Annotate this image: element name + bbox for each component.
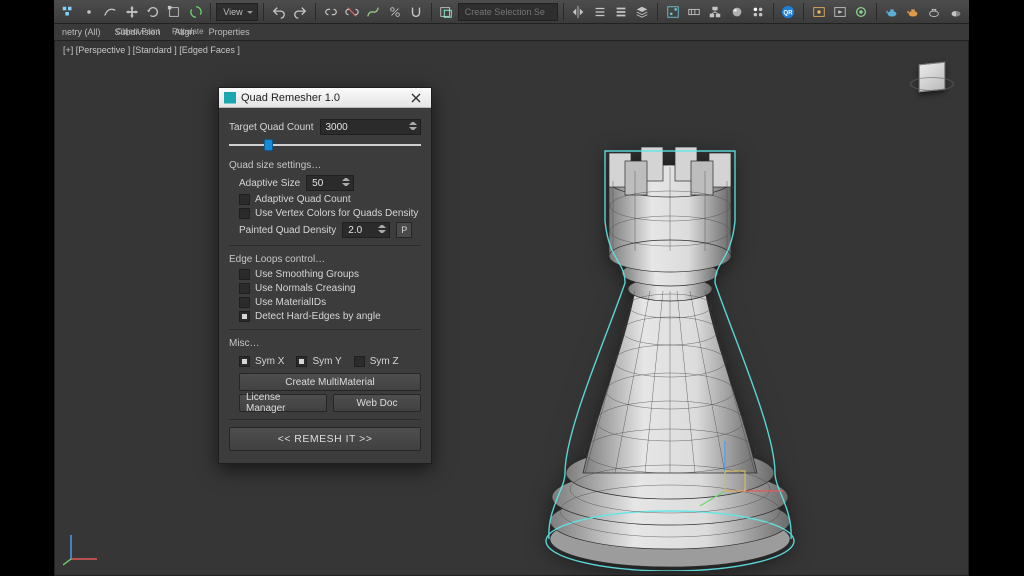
selection-set-input[interactable] [458,3,558,21]
view-dropdown[interactable]: View [216,3,258,21]
target-quad-spinner[interactable]: 3000 [320,119,422,135]
chk-sym-x[interactable]: Sym X [239,356,284,367]
schematic-icon[interactable] [706,2,725,22]
app-frame: View QR netry (Al [54,0,969,576]
under-label-populate: Populate [172,27,204,36]
transform-gizmo[interactable] [695,431,795,511]
teapot-half-icon[interactable] [946,2,965,22]
painted-density-spinner[interactable]: 2.0 [342,222,390,238]
render-icon[interactable] [852,2,871,22]
material-editor-icon[interactable] [727,2,746,22]
layers-icon[interactable] [633,2,652,22]
undo-icon[interactable] [269,2,288,22]
brush-stroke-icon[interactable] [101,2,120,22]
tab-geometry[interactable]: netry (All) [62,27,101,37]
target-quad-value: 3000 [326,122,348,133]
painted-density-label: Painted Quad Density [239,225,336,236]
chk-detect-hard-edges[interactable]: Detect Hard-Edges by angle [239,311,421,322]
adaptive-size-spinner[interactable]: 50 [306,175,354,191]
teapot-outline-icon[interactable] [925,2,944,22]
license-manager-button[interactable]: License Manager [239,394,327,412]
painted-density-value: 2.0 [348,225,362,236]
chk-normals-creasing[interactable]: Use Normals Creasing [239,283,421,294]
dialog-titlebar[interactable]: Quad Remesher 1.0 [219,88,431,108]
snap-icon[interactable] [406,2,425,22]
adaptive-size-value: 50 [312,178,323,189]
chk-material-ids[interactable]: Use MaterialIDs [239,297,421,308]
viewport-label[interactable]: [+] [Perspective ] [Standard ] [Edged Fa… [63,45,240,55]
explorer-icon[interactable] [748,2,767,22]
paint-mode-icon[interactable] [58,2,77,22]
chk-vertex-colors[interactable]: Use Vertex Colors for Quads Density [239,208,421,219]
list-icon[interactable] [611,2,630,22]
rotate-icon[interactable] [143,2,162,22]
close-icon[interactable] [405,90,427,106]
section-quad-size: Quad size settings… [229,160,421,171]
chk-smoothing-groups[interactable]: Use Smoothing Groups [239,269,421,280]
app-icon [224,92,236,104]
target-quad-label: Target Quad Count [229,122,314,133]
align-list-icon[interactable] [590,2,609,22]
main-toolbar: View QR [54,0,969,24]
chk-sym-z[interactable]: Sym Z [354,356,399,367]
dialog-title-text: Quad Remesher 1.0 [241,92,340,104]
qr-icon[interactable]: QR [779,2,798,22]
section-misc: Misc… [229,338,421,349]
redo-icon[interactable] [291,2,310,22]
section-edge-loops: Edge Loops control… [229,254,421,265]
mirror-icon[interactable] [569,2,588,22]
target-quad-slider[interactable] [229,138,421,152]
chk-adaptive-quad-count[interactable]: Adaptive Quad Count [239,194,421,205]
view-dropdown-label: View [223,7,242,17]
chk-sym-y[interactable]: Sym Y [296,356,341,367]
graph-editor-icon[interactable] [663,2,682,22]
scale-icon[interactable] [165,2,184,22]
render-setup-icon[interactable] [809,2,828,22]
quad-remesher-dialog: Quad Remesher 1.0 Target Quad Count 3000 [218,87,432,464]
percent-icon[interactable] [385,2,404,22]
create-multimaterial-button[interactable]: Create MultiMaterial [239,373,421,391]
adaptive-size-label: Adaptive Size [239,178,300,189]
svg-text:QR: QR [784,9,794,16]
web-doc-button[interactable]: Web Doc [333,394,421,412]
paint-density-button[interactable]: P [396,222,412,238]
viewcube[interactable] [910,55,954,99]
viewport[interactable]: [+] [Perspective ] [Standard ] [Edged Fa… [54,40,969,576]
unlink-icon[interactable] [342,2,361,22]
link-icon[interactable] [321,2,340,22]
curve-icon[interactable] [364,2,383,22]
teapot-blue-icon[interactable] [882,2,901,22]
named-sel-icon[interactable] [436,2,455,22]
world-axis-gizmo [63,527,103,567]
under-label-objectpaint: Object Paint [116,27,160,36]
render-frame-icon[interactable] [830,2,849,22]
remesh-it-button[interactable]: << REMESH IT >> [229,427,421,451]
brush-dot-icon[interactable] [79,2,98,22]
teapot-orange-icon[interactable] [903,2,922,22]
tab-properties[interactable]: Properties [209,27,250,37]
move-icon[interactable] [122,2,141,22]
track-bar-icon[interactable] [684,2,703,22]
sync-icon[interactable] [186,2,205,22]
